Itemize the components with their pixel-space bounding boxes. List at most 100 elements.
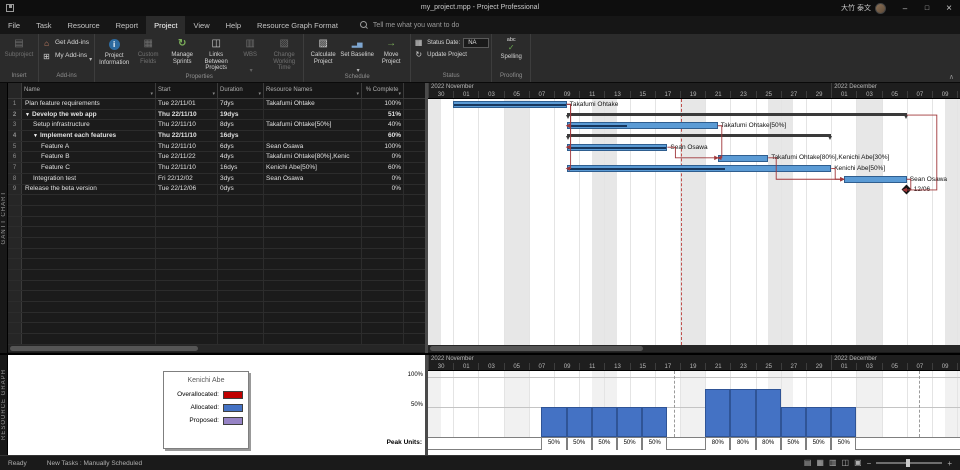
task-resources-cell[interactable]: Sean Osawa [264,174,362,184]
tab-resource-graph-format[interactable]: Resource Graph Format [249,16,346,34]
task-name-cell[interactable]: Feature C [22,163,156,173]
task-bar[interactable] [567,144,668,151]
tell-me-search[interactable]: Tell me what you want to do [360,16,459,34]
task-bar[interactable] [567,165,832,172]
task-complete-cell[interactable]: 51% [362,110,404,120]
expand-triangle-icon[interactable] [33,131,38,141]
task-usage-view-icon[interactable] [816,458,824,468]
row-number[interactable]: 1 [8,99,22,109]
task-duration-cell[interactable]: 8dys [218,120,264,130]
tab-task[interactable]: Task [28,16,59,34]
move-project-button[interactable]: Move Project [374,35,408,65]
avatar[interactable] [875,3,886,14]
task-name-cell[interactable]: Plan feature requirements [22,99,156,109]
task-bar[interactable] [718,155,768,162]
resource-bar[interactable] [592,407,617,437]
task-duration-cell[interactable]: 0dys [218,185,264,195]
tab-help[interactable]: Help [218,16,249,34]
gantt-hscrollbar-thumb[interactable] [430,346,643,351]
task-resources-cell[interactable]: Kenichi Abe[50%] [264,163,362,173]
row-number[interactable]: 3 [8,120,22,130]
task-complete-cell[interactable]: 100% [362,142,404,152]
task-resources-cell[interactable]: Takafumi Ohtake[50%] [264,120,362,130]
task-resources-cell[interactable] [264,185,362,195]
minimize-button[interactable] [894,0,916,16]
task-name-cell[interactable]: Integration test [22,174,156,184]
task-bar[interactable] [844,176,907,183]
task-name-cell[interactable]: Implement each features [22,131,156,141]
task-complete-cell[interactable]: 60% [362,163,404,173]
task-start-cell[interactable]: Thu 22/11/10 [156,163,218,173]
resource-bar[interactable] [567,407,592,437]
task-duration-cell[interactable]: 19dys [218,110,264,120]
column-header-resource-names[interactable]: Resource Names [264,83,362,98]
task-resources-cell[interactable]: Sean Osawa [264,142,362,152]
gantt-pane-strip[interactable]: GANTT CHART [0,83,8,353]
summary-bar[interactable] [567,113,907,116]
resource-pane-strip[interactable]: RESOURCE GRAPH [0,355,8,455]
task-resources-cell[interactable]: Takafumi Ohtake[80%],Kenic [264,152,362,162]
table-row[interactable]: 8Integration testFri 22/12/023dysSean Os… [8,174,425,185]
resource-bar[interactable] [705,389,730,437]
task-start-cell[interactable]: Fri 22/12/02 [156,174,218,184]
close-button[interactable] [938,0,960,16]
tab-report[interactable]: Report [108,16,147,34]
resource-sheet-view-icon[interactable] [842,458,850,468]
task-resources-cell[interactable] [264,110,362,120]
resource-bar[interactable] [806,407,831,437]
task-bar[interactable] [567,122,718,129]
task-name-cell[interactable]: Release the beta version [22,185,156,195]
task-complete-cell[interactable]: 40% [362,120,404,130]
tab-resource[interactable]: Resource [60,16,108,34]
status-date-value[interactable]: NA [463,38,489,48]
column-header-complete[interactable]: % Complete [362,83,404,98]
zoom-slider[interactable] [876,462,942,464]
table-hscrollbar[interactable] [8,345,425,352]
column-header-start[interactable]: Start [156,83,218,98]
task-duration-cell[interactable]: 6dys [218,142,264,152]
task-name-cell[interactable]: Feature B [22,152,156,162]
row-number[interactable]: 9 [8,185,22,195]
table-row[interactable]: 3Setup infrastructureThu 22/11/108dysTak… [8,120,425,131]
zoom-slider-thumb[interactable] [906,459,910,467]
summary-bar[interactable] [567,134,832,137]
table-row[interactable]: 6Feature BTue 22/11/224dysTakafumi Ohtak… [8,152,425,163]
table-row[interactable]: 4Implement each featuresThu 22/11/1016dy… [8,131,425,142]
update-project-button[interactable]: Update Project [413,49,467,61]
table-row[interactable]: 2Develop the web appThu 22/11/1019dys51% [8,110,425,121]
task-start-cell[interactable]: Tue 22/11/22 [156,152,218,162]
table-row[interactable]: 5Feature AThu 22/11/106dysSean Osawa100% [8,142,425,153]
table-row[interactable]: 1Plan feature requirementsTue 22/11/017d… [8,99,425,110]
get-add-ins-button[interactable]: Get Add-ins [41,37,89,50]
resource-bar[interactable] [730,389,755,437]
set-baseline-button[interactable]: Set Baseline [340,35,374,77]
status-date-button[interactable]: Status Date:NA [413,37,489,49]
task-bar[interactable] [453,101,566,108]
row-number[interactable]: 5 [8,142,22,152]
tab-file[interactable]: File [0,16,28,34]
table-hscrollbar-thumb[interactable] [10,346,198,351]
resource-bar[interactable] [642,407,667,437]
task-start-cell[interactable]: Thu 22/11/10 [156,110,218,120]
project-information-button[interactable]: Project Information [97,35,131,66]
task-complete-cell[interactable]: 100% [362,99,404,109]
calculate-project-button[interactable]: Calculate Project [306,35,340,65]
team-planner-view-icon[interactable] [829,458,837,468]
manage-sprints-button[interactable]: Manage Sprints [165,35,199,65]
task-duration-cell[interactable]: 16dys [218,131,264,141]
task-start-cell[interactable]: Thu 22/11/10 [156,131,218,141]
status-new-tasks[interactable]: New Tasks : Manually Scheduled [47,460,142,467]
tab-view[interactable]: View [185,16,217,34]
resource-bar[interactable] [756,389,781,437]
task-duration-cell[interactable]: 7dys [218,99,264,109]
task-complete-cell[interactable]: 60% [362,131,404,141]
report-view-icon[interactable] [854,458,862,468]
task-resources-cell[interactable]: Takafumi Ohtake [264,99,362,109]
resource-bar[interactable] [617,407,642,437]
row-number[interactable]: 6 [8,152,22,162]
task-complete-cell[interactable]: 0% [362,185,404,195]
task-name-cell[interactable]: Develop the web app [22,110,156,120]
task-start-cell[interactable]: Thu 22/11/10 [156,142,218,152]
milestone-diamond[interactable] [902,185,912,195]
column-header-duration[interactable]: Duration [218,83,264,98]
